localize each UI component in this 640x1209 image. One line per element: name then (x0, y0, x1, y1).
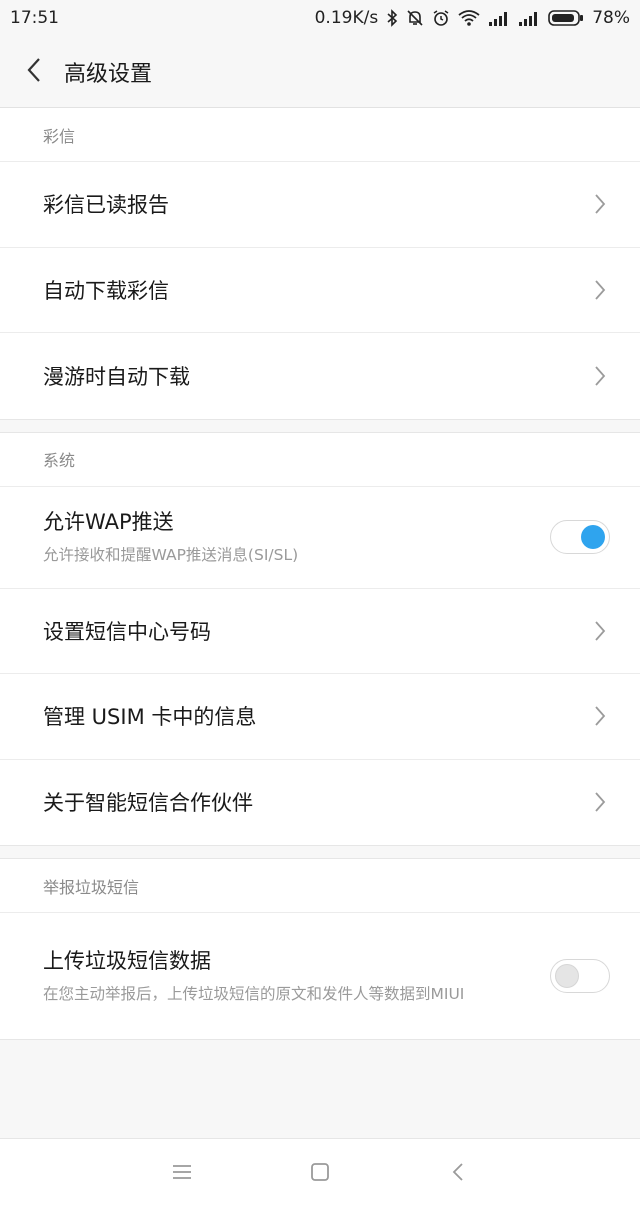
toggle-knob (555, 964, 579, 988)
menu-icon (172, 1164, 192, 1184)
chevron-right-icon (592, 789, 608, 815)
toggle-knob (581, 525, 605, 549)
net-speed: 0.19K/s (314, 8, 379, 28)
setting-title: 设置短信中心号码 (43, 619, 211, 644)
upload-spam-toggle[interactable] (550, 959, 610, 993)
section-header: 系统 (0, 433, 640, 487)
setting-subtitle: 在您主动举报后，上传垃圾短信的原文和发件人等数据到MIUI (43, 985, 465, 1003)
bluetooth-icon (386, 9, 398, 27)
settings-list: 彩信 彩信已读报告 自动下载彩信 漫游时自动下载 系统 允许WAP推送 允许接收… (0, 108, 640, 1040)
setting-title: 漫游时自动下载 (43, 364, 190, 389)
status-time: 17:51 (10, 8, 59, 28)
setting-upload-spam-data[interactable]: 上传垃圾短信数据 在您主动举报后，上传垃圾短信的原文和发件人等数据到MIUI (0, 913, 640, 1039)
chevron-right-icon (592, 618, 608, 644)
alarm-icon (432, 9, 450, 27)
setting-roaming-auto-download[interactable]: 漫游时自动下载 (0, 333, 640, 419)
setting-title: 彩信已读报告 (43, 193, 169, 218)
setting-title: 管理 USIM 卡中的信息 (43, 705, 257, 730)
setting-allow-wap-push[interactable]: 允许WAP推送 允许接收和提醒WAP推送消息(SI/SL) (0, 487, 640, 589)
screen: 17:51 0.19K/s 78% 高级设置 彩信 彩信已读报告 自动下载彩信 … (0, 0, 640, 1209)
battery-icon (548, 9, 584, 27)
section-report-spam: 举报垃圾短信 上传垃圾短信数据 在您主动举报后，上传垃圾短信的原文和发件人等数据… (0, 858, 640, 1040)
setting-manage-usim[interactable]: 管理 USIM 卡中的信息 (0, 674, 640, 760)
back-arrow-icon (27, 57, 41, 87)
home-button[interactable] (251, 1139, 389, 1209)
back-icon (452, 1162, 464, 1186)
menu-button[interactable] (113, 1139, 251, 1209)
setting-title: 上传垃圾短信数据 (43, 949, 211, 973)
signal-icon (518, 10, 540, 26)
chevron-right-icon (592, 191, 608, 217)
mute-bell-icon (406, 9, 424, 27)
back-button[interactable] (0, 36, 64, 108)
system-nav-bar (0, 1138, 640, 1209)
section-header: 彩信 (0, 108, 640, 162)
nav-back-button[interactable] (389, 1139, 527, 1209)
setting-title: 关于智能短信合作伙伴 (43, 791, 253, 816)
wifi-icon (458, 9, 480, 27)
setting-sms-center-number[interactable]: 设置短信中心号码 (0, 589, 640, 674)
app-header: 高级设置 (0, 36, 640, 108)
setting-smart-sms-partners[interactable]: 关于智能短信合作伙伴 (0, 760, 640, 846)
setting-title: 允许WAP推送 (43, 510, 174, 534)
home-icon (310, 1162, 330, 1186)
setting-title: 自动下载彩信 (43, 278, 169, 303)
wap-push-toggle[interactable] (550, 520, 610, 554)
battery-percent: 78% (592, 8, 630, 28)
status-icons: 0.19K/s 78% (315, 8, 630, 28)
section-mms: 彩信 彩信已读报告 自动下载彩信 漫游时自动下载 (0, 108, 640, 420)
page-title: 高级设置 (64, 61, 153, 87)
chevron-right-icon (592, 363, 608, 389)
status-bar: 17:51 0.19K/s 78% (0, 0, 640, 36)
setting-auto-download-mms[interactable]: 自动下载彩信 (0, 248, 640, 333)
signal-icon (488, 10, 510, 26)
chevron-right-icon (592, 703, 608, 729)
section-header: 举报垃圾短信 (0, 859, 640, 913)
chevron-right-icon (592, 277, 608, 303)
section-system: 系统 允许WAP推送 允许接收和提醒WAP推送消息(SI/SL) 设置短信中心号… (0, 431, 640, 846)
setting-subtitle: 允许接收和提醒WAP推送消息(SI/SL) (43, 546, 299, 564)
setting-mms-read-report[interactable]: 彩信已读报告 (0, 162, 640, 248)
